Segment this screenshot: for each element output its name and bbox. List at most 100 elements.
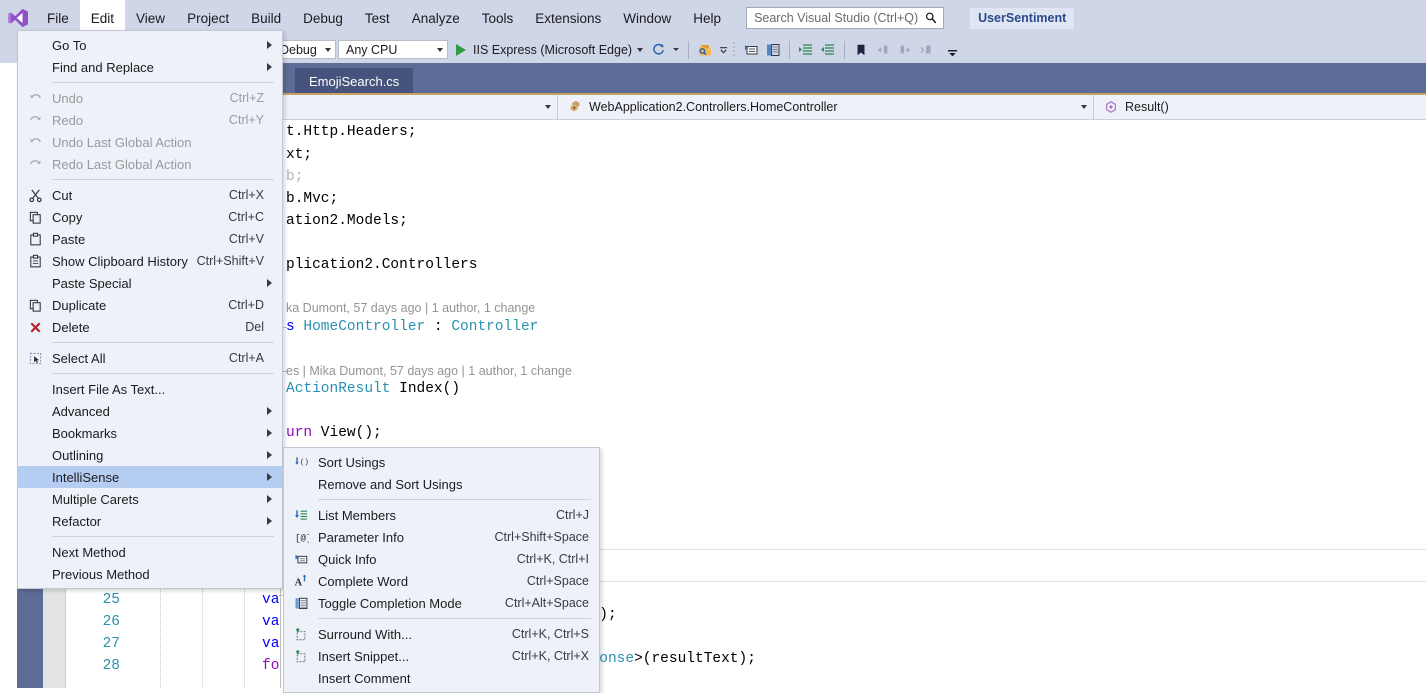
previous-bookmark-icon[interactable] [872,39,894,61]
code-line: plication2.Controllers [286,254,477,276]
code-token: va [262,589,279,611]
toolbar-separator [789,41,790,59]
toolbar-overflow-icon[interactable] [944,37,960,62]
find-in-files-icon[interactable] [694,39,716,61]
menu-item-redo-last-global-action[interactable]: Redo Last Global Action [18,153,282,175]
solution-platform-dropdown[interactable]: Any CPU [338,40,448,59]
editor-navigation-bar[interactable]: WebApplication2.Controllers.HomeControll… [278,95,1426,120]
list-members-icon [284,504,318,526]
increase-indent-icon[interactable] [795,39,817,61]
quick-info-icon [284,548,318,570]
toolbar-drag-handle[interactable] [730,39,740,61]
menu-item-undo-last-global-action[interactable]: Undo Last Global Action [18,131,282,153]
parameter-info-icon: [@] [284,526,318,548]
menu-item-next-method[interactable]: Next Method [18,541,282,563]
menu-window[interactable]: Window [612,0,682,36]
clipboard-history-icon [18,250,52,272]
menu-item-delete[interactable]: Delete Del [18,316,282,338]
search-input[interactable]: Search Visual Studio (Ctrl+Q) [746,7,944,29]
menu-separator [52,536,274,537]
menu-item-advanced[interactable]: Advanced [18,400,282,422]
menu-item-duplicate[interactable]: Duplicate Ctrl+D [18,294,282,316]
toggle-completion-icon[interactable] [762,39,784,61]
submenu-item-sort-usings[interactable]: () Sort Usings [284,451,599,473]
scissors-icon [18,184,52,206]
find-dropdown-icon[interactable] [716,39,730,61]
menu-debug[interactable]: Debug [292,0,354,36]
code-token: fo [262,655,279,677]
undo-icon [18,131,52,153]
menu-test[interactable]: Test [354,0,401,36]
type-selector[interactable]: WebApplication2.Controllers.HomeControll… [558,95,1094,119]
toolbar-separator [688,41,689,59]
start-debugging-button[interactable]: IIS Express (Microsoft Edge) [450,40,647,60]
menu-item-show-clipboard-history[interactable]: Show Clipboard History Ctrl+Shift+V [18,250,282,272]
menu-item-outlining[interactable]: Outlining [18,444,282,466]
menu-item-paste[interactable]: Paste Ctrl+V [18,228,282,250]
menu-item-select-all[interactable]: Select All Ctrl+A [18,347,282,369]
next-bookmark-icon[interactable] [894,39,916,61]
submenu-item-parameter-info[interactable]: [@] Parameter Info Ctrl+Shift+Space [284,526,599,548]
duplicate-icon [18,294,52,316]
menu-help[interactable]: Help [682,0,732,36]
menu-item-copy[interactable]: Copy Ctrl+C [18,206,282,228]
submenu-item-complete-word[interactable]: A Complete Word Ctrl+Space [284,570,599,592]
refresh-icon[interactable] [647,39,669,61]
line-number: 28 [80,655,120,677]
menu-extensions[interactable]: Extensions [524,0,612,36]
member-selector-label: Result() [1125,100,1420,114]
menu-item-cut[interactable]: Cut Ctrl+X [18,184,282,206]
bookmark-icon[interactable] [850,39,872,61]
solution-configuration-value: Debug [280,43,317,57]
code-line: b; [286,166,303,188]
submenu-item-surround-with[interactable]: Surround With... Ctrl+K, Ctrl+S [284,623,599,645]
refresh-dropdown-icon[interactable] [669,39,683,61]
menu-item-intellisense[interactable]: IntelliSense [18,466,282,488]
menu-analyze[interactable]: Analyze [401,0,471,36]
menu-item-bookmarks[interactable]: Bookmarks [18,422,282,444]
tab-label: EmojiSearch.cs [309,74,399,89]
type-selector-label: WebApplication2.Controllers.HomeControll… [589,100,1073,114]
chevron-down-icon [637,48,643,52]
menu-item-insert-file-as-text[interactable]: Insert File As Text... [18,378,282,400]
no-icon [284,473,318,495]
chevron-down-icon [437,48,443,52]
project-selector[interactable] [278,95,558,119]
document-tab-strip[interactable]: EmojiSearch.cs [278,63,1426,94]
menu-item-find-and-replace[interactable]: Find and Replace [18,56,282,78]
line-number: 25 [80,589,120,611]
menu-item-redo[interactable]: Redo Ctrl+Y [18,109,282,131]
menu-item-multiple-carets[interactable]: Multiple Carets [18,488,282,510]
menu-item-paste-special[interactable]: Paste Special [18,272,282,294]
code-line: b.Mvc; [286,188,338,210]
paste-icon [18,228,52,250]
intellisense-submenu[interactable]: () Sort Usings Remove and Sort Usings Li… [283,447,600,693]
quick-info-icon[interactable] [740,39,762,61]
submenu-arrow-icon [267,41,272,49]
menu-tools[interactable]: Tools [471,0,525,36]
edit-menu-dropdown[interactable]: Go To Find and Replace Undo Ctrl+Z Redo … [17,30,283,589]
line-number: 27 [80,633,120,655]
submenu-item-insert-comment[interactable]: Insert Comment [284,667,599,689]
member-selector[interactable]: Result() [1094,95,1426,119]
submenu-item-quick-info[interactable]: Quick Info Ctrl+K, Ctrl+I [284,548,599,570]
menu-separator [52,82,274,83]
menu-item-undo[interactable]: Undo Ctrl+Z [18,87,282,109]
submenu-item-insert-snippet[interactable]: Insert Snippet... Ctrl+K, Ctrl+X [284,645,599,667]
menu-item-previous-method[interactable]: Previous Method [18,563,282,585]
submenu-item-list-members[interactable]: List Members Ctrl+J [284,504,599,526]
menu-item-go-to[interactable]: Go To [18,34,282,56]
decrease-indent-icon[interactable] [817,39,839,61]
no-icon [18,422,52,444]
redo-icon [18,109,52,131]
insert-snippet-icon [284,645,318,667]
tab-emojisearch[interactable]: EmojiSearch.cs [295,68,413,94]
magnifier-icon [923,10,939,26]
submenu-item-remove-and-sort-usings[interactable]: Remove and Sort Usings [284,473,599,495]
sort-usings-icon: () [284,451,318,473]
no-icon [18,466,52,488]
submenu-item-toggle-completion-mode[interactable]: Toggle Completion Mode Ctrl+Alt+Space [284,592,599,614]
menu-item-refactor[interactable]: Refactor [18,510,282,532]
submenu-arrow-icon [267,517,272,525]
clear-bookmarks-icon[interactable] [916,39,938,61]
